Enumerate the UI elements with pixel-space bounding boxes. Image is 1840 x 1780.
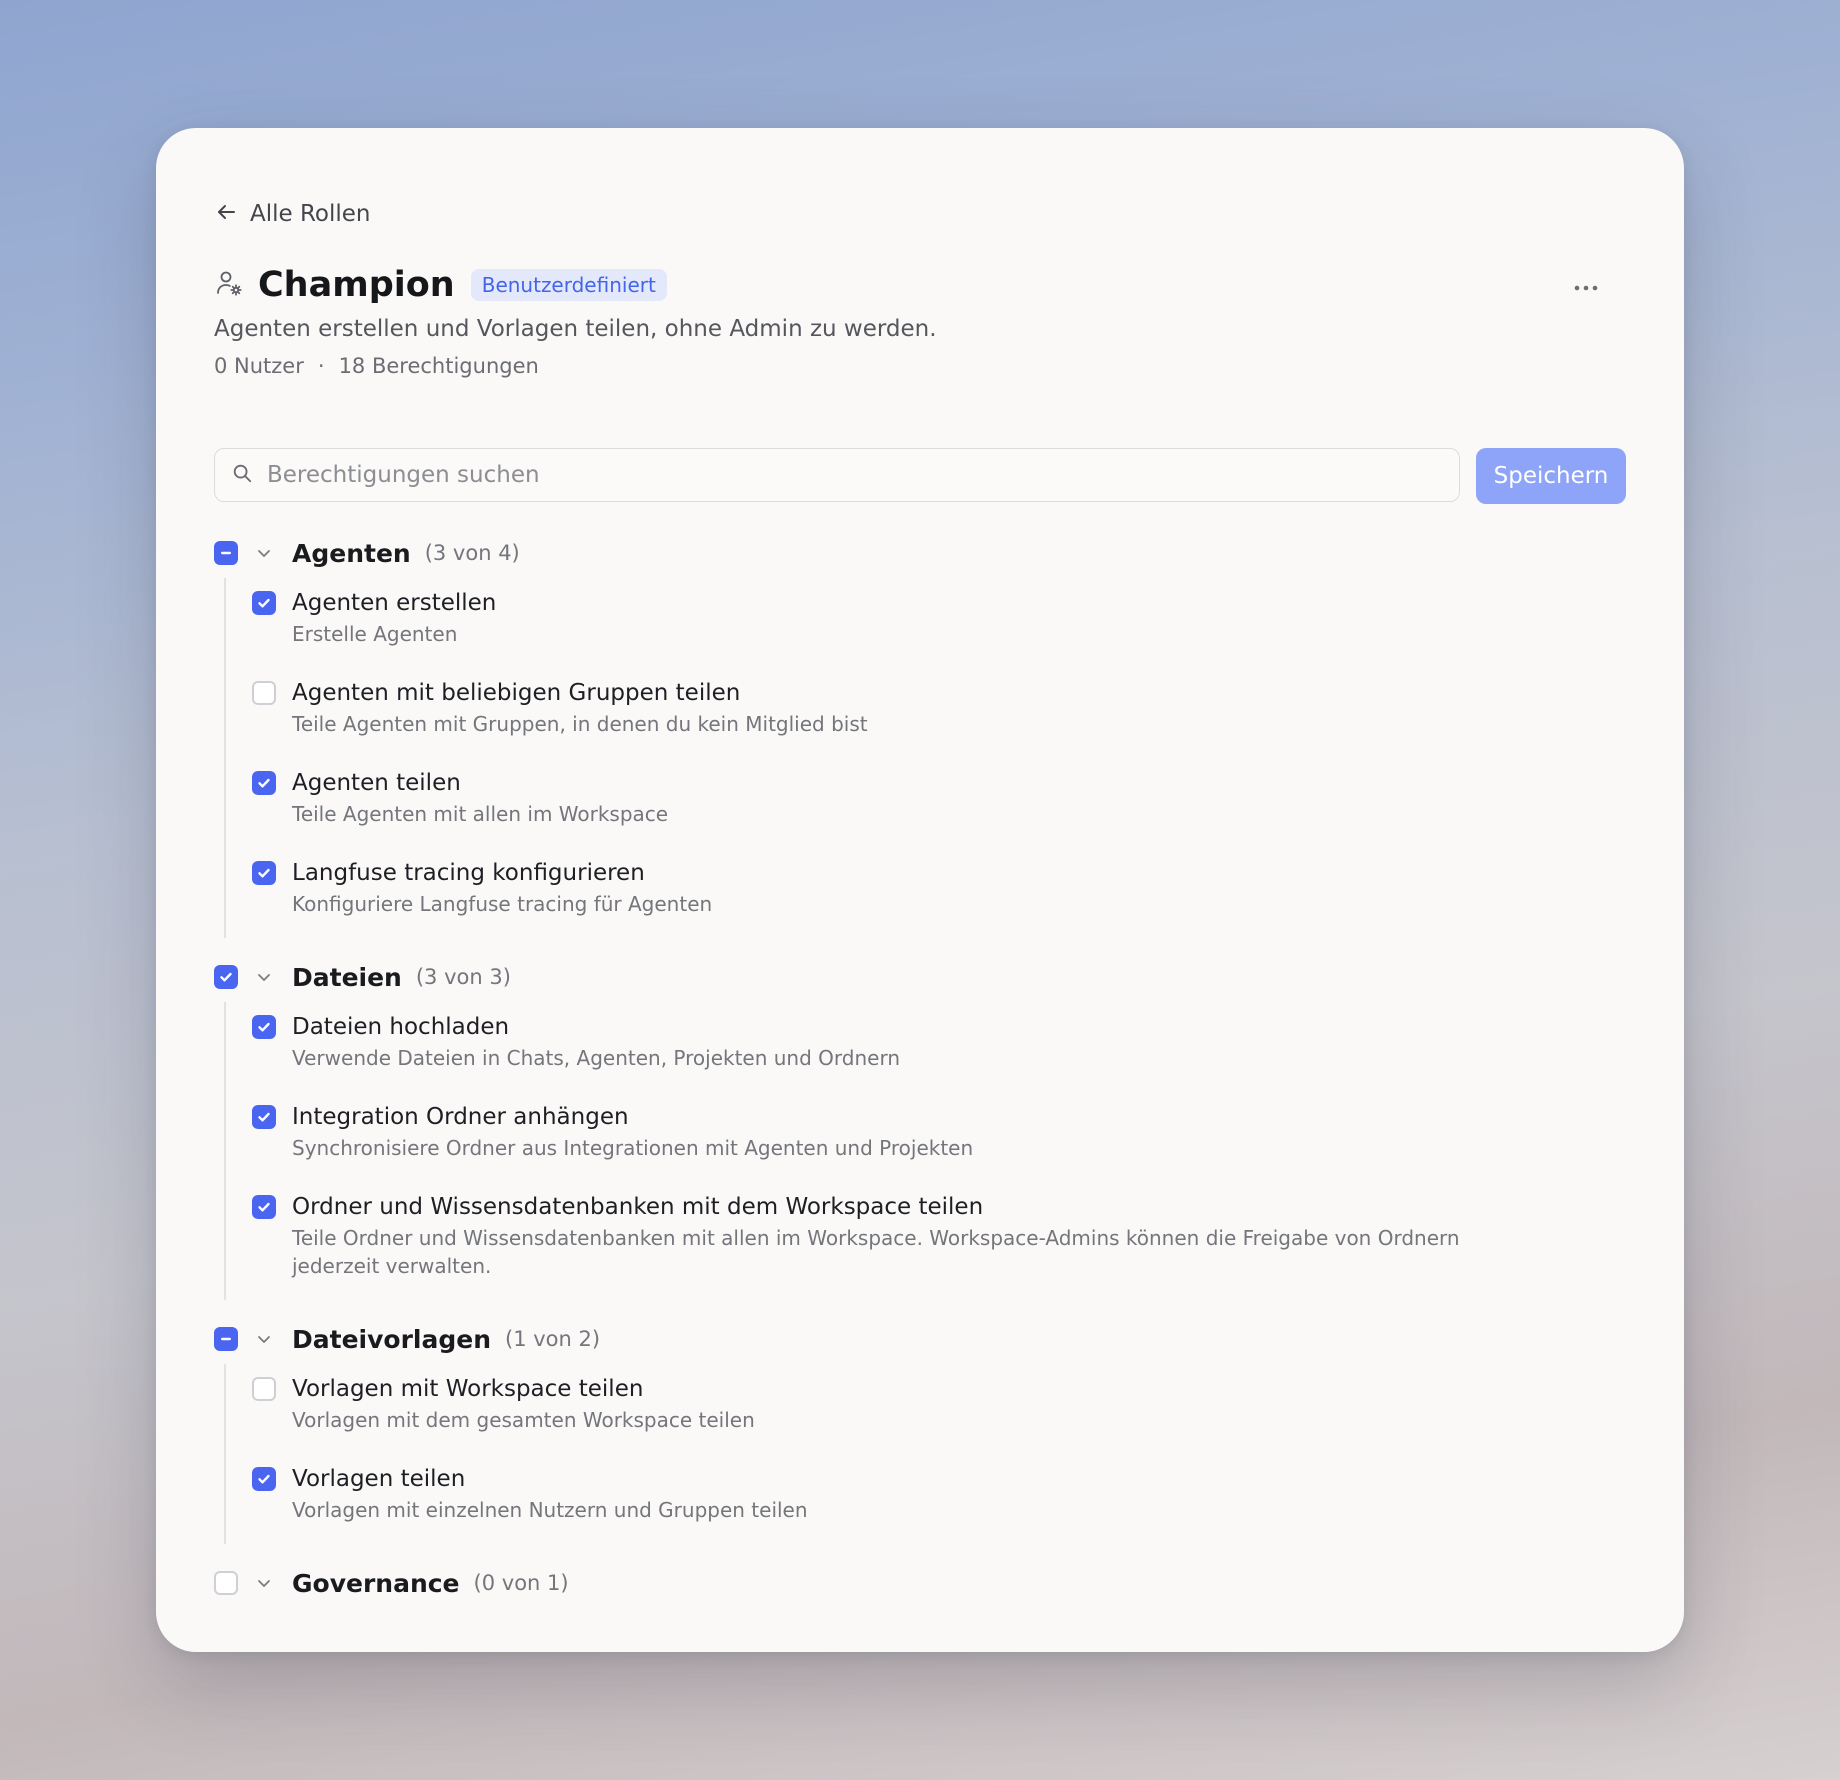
group-name: Dateivorlagen <box>292 1324 491 1354</box>
permission-item[interactable]: Vorlagen teilen Vorlagen mit einzelnen Nu… <box>252 1464 1626 1524</box>
role-description: Agenten erstellen und Vorlagen teilen, o… <box>214 316 937 342</box>
group-header[interactable]: Dateien (3 von 3) <box>214 952 1626 1002</box>
permission-title: Integration Ordner anhängen <box>292 1104 629 1130</box>
role-header: Champion Benutzerdefiniert <box>214 260 667 310</box>
permission-group: Governance (0 von 1) <box>214 1558 1626 1608</box>
permission-item[interactable]: Agenten teilen Teile Agenten mit allen im… <box>252 768 1626 828</box>
permission-text: Integration Ordner anhängen Synchronisier… <box>292 1102 973 1162</box>
permission-item[interactable]: Vorlagen mit Workspace teilen Vorlagen mi… <box>252 1374 1626 1434</box>
permission-description: Vorlagen mit dem gesamten Workspace teil… <box>292 1408 755 1432</box>
group-count: (3 von 3) <box>415 965 511 989</box>
search-box <box>214 448 1460 502</box>
permission-description: Vorlagen mit einzelnen Nutzern und Grupp… <box>292 1498 808 1522</box>
user-count: 0 Nutzer <box>214 354 304 378</box>
page-title: Champion <box>258 265 455 305</box>
more-options-button[interactable] <box>1566 268 1606 304</box>
group-count: (0 von 1) <box>473 1571 569 1595</box>
more-horizontal-icon <box>1573 277 1599 296</box>
search-icon <box>231 462 253 488</box>
permission-item[interactable]: Agenten erstellen Erstelle Agenten <box>252 588 1626 648</box>
group-header[interactable]: Dateivorlagen (1 von 2) <box>214 1314 1626 1364</box>
role-type-badge: Benutzerdefiniert <box>470 269 667 301</box>
permission-text: Vorlagen mit Workspace teilen Vorlagen mi… <box>292 1374 755 1434</box>
permission-group: Agenten (3 von 4) Agenten erstellen Erstell… <box>214 528 1626 938</box>
permission-count: 18 Berechtigungen <box>338 354 539 378</box>
permission-item[interactable]: Agenten mit beliebigen Gruppen teilen Tei… <box>252 678 1626 738</box>
search-input[interactable] <box>265 461 1419 489</box>
permission-title: Agenten mit beliebigen Gruppen teilen <box>292 680 741 706</box>
group-checkbox[interactable] <box>214 541 238 565</box>
permission-item[interactable]: Dateien hochladen Verwende Dateien in Cha… <box>252 1012 1626 1072</box>
permission-description: Teile Ordner und Wissensdatenbanken mit … <box>292 1226 1460 1278</box>
permission-checkbox[interactable] <box>252 1467 276 1491</box>
permission-title: Vorlagen mit Workspace teilen <box>292 1376 644 1402</box>
role-meta: 0 Nutzer · 18 Berechtigungen <box>214 354 539 378</box>
chevron-down-icon[interactable] <box>254 967 274 987</box>
user-gear-icon <box>214 268 244 302</box>
chevron-down-icon[interactable] <box>254 1573 274 1593</box>
group-name: Dateien <box>292 962 402 992</box>
permission-title: Vorlagen teilen <box>292 1466 466 1492</box>
group-name: Agenten <box>292 538 411 568</box>
chevron-down-icon[interactable] <box>254 543 274 563</box>
permission-description: Konfiguriere Langfuse tracing für Agente… <box>292 892 713 916</box>
card-content: Alle Rollen Champion Benutzerdefiniert A… <box>214 128 1626 1652</box>
permission-title: Agenten teilen <box>292 770 461 796</box>
group-items: Vorlagen mit Workspace teilen Vorlagen mi… <box>224 1364 1626 1544</box>
group-header[interactable]: Agenten (3 von 4) <box>214 528 1626 578</box>
group-checkbox[interactable] <box>214 1571 238 1595</box>
group-name: Governance <box>292 1568 460 1598</box>
permission-item[interactable]: Ordner und Wissensdatenbanken mit dem Wo… <box>252 1192 1626 1280</box>
permission-title: Langfuse tracing konfigurieren <box>292 860 645 886</box>
group-count: (1 von 2) <box>505 1327 601 1351</box>
permission-checkbox[interactable] <box>252 1015 276 1039</box>
permission-checkbox[interactable] <box>252 861 276 885</box>
permission-description: Erstelle Agenten <box>292 622 458 646</box>
permission-title: Ordner und Wissensdatenbanken mit dem Wo… <box>292 1194 984 1220</box>
permission-text: Agenten teilen Teile Agenten mit allen im… <box>292 768 668 828</box>
permission-checkbox[interactable] <box>252 1105 276 1129</box>
save-button[interactable]: Speichern <box>1476 448 1626 504</box>
permission-item[interactable]: Integration Ordner anhängen Synchronisier… <box>252 1102 1626 1162</box>
role-detail-card: Alle Rollen Champion Benutzerdefiniert A… <box>156 128 1684 1652</box>
permission-text: Vorlagen teilen Vorlagen mit einzelnen Nu… <box>292 1464 808 1524</box>
permission-description: Verwende Dateien in Chats, Agenten, Proj… <box>292 1046 900 1070</box>
group-header[interactable]: Governance (0 von 1) <box>214 1558 1626 1608</box>
permission-checkbox[interactable] <box>252 591 276 615</box>
permission-text: Dateien hochladen Verwende Dateien in Cha… <box>292 1012 900 1072</box>
group-items: Agenten erstellen Erstelle Agenten Agenten… <box>224 578 1626 938</box>
permission-group: Dateivorlagen (1 von 2) Vorlagen mit Works… <box>214 1314 1626 1544</box>
permission-item[interactable]: Langfuse tracing konfigurieren Konfigurie… <box>252 858 1626 918</box>
permission-checkbox[interactable] <box>252 681 276 705</box>
permission-text: Agenten mit beliebigen Gruppen teilen Tei… <box>292 678 868 738</box>
back-link-label: Alle Rollen <box>250 201 371 227</box>
group-count: (3 von 4) <box>424 541 520 565</box>
meta-separator: · <box>317 354 325 378</box>
permission-text: Langfuse tracing konfigurieren Konfigurie… <box>292 858 712 918</box>
permission-group: Dateien (3 von 3) Dateien hochladen Verwend… <box>214 952 1626 1300</box>
group-checkbox[interactable] <box>214 1327 238 1351</box>
permission-description: Synchronisiere Ordner aus Integrationen … <box>292 1136 974 1160</box>
permission-checkbox[interactable] <box>252 1195 276 1219</box>
permission-title: Dateien hochladen <box>292 1014 510 1040</box>
back-link[interactable]: Alle Rollen <box>214 196 371 232</box>
group-items: Dateien hochladen Verwende Dateien in Cha… <box>224 1002 1626 1300</box>
permission-checkbox[interactable] <box>252 1377 276 1401</box>
permission-text: Agenten erstellen Erstelle Agenten <box>292 588 496 648</box>
group-checkbox[interactable] <box>214 965 238 989</box>
permission-title: Agenten erstellen <box>292 590 497 616</box>
permission-checkbox[interactable] <box>252 771 276 795</box>
permission-description: Teile Agenten mit allen im Workspace <box>292 802 669 826</box>
arrow-left-icon <box>214 200 238 228</box>
permission-description: Teile Agenten mit Gruppen, in denen du k… <box>292 712 868 736</box>
permission-list: Agenten (3 von 4) Agenten erstellen Erstell… <box>214 528 1626 1622</box>
chevron-down-icon[interactable] <box>254 1329 274 1349</box>
permission-text: Ordner und Wissensdatenbanken mit dem Wo… <box>292 1192 1492 1280</box>
